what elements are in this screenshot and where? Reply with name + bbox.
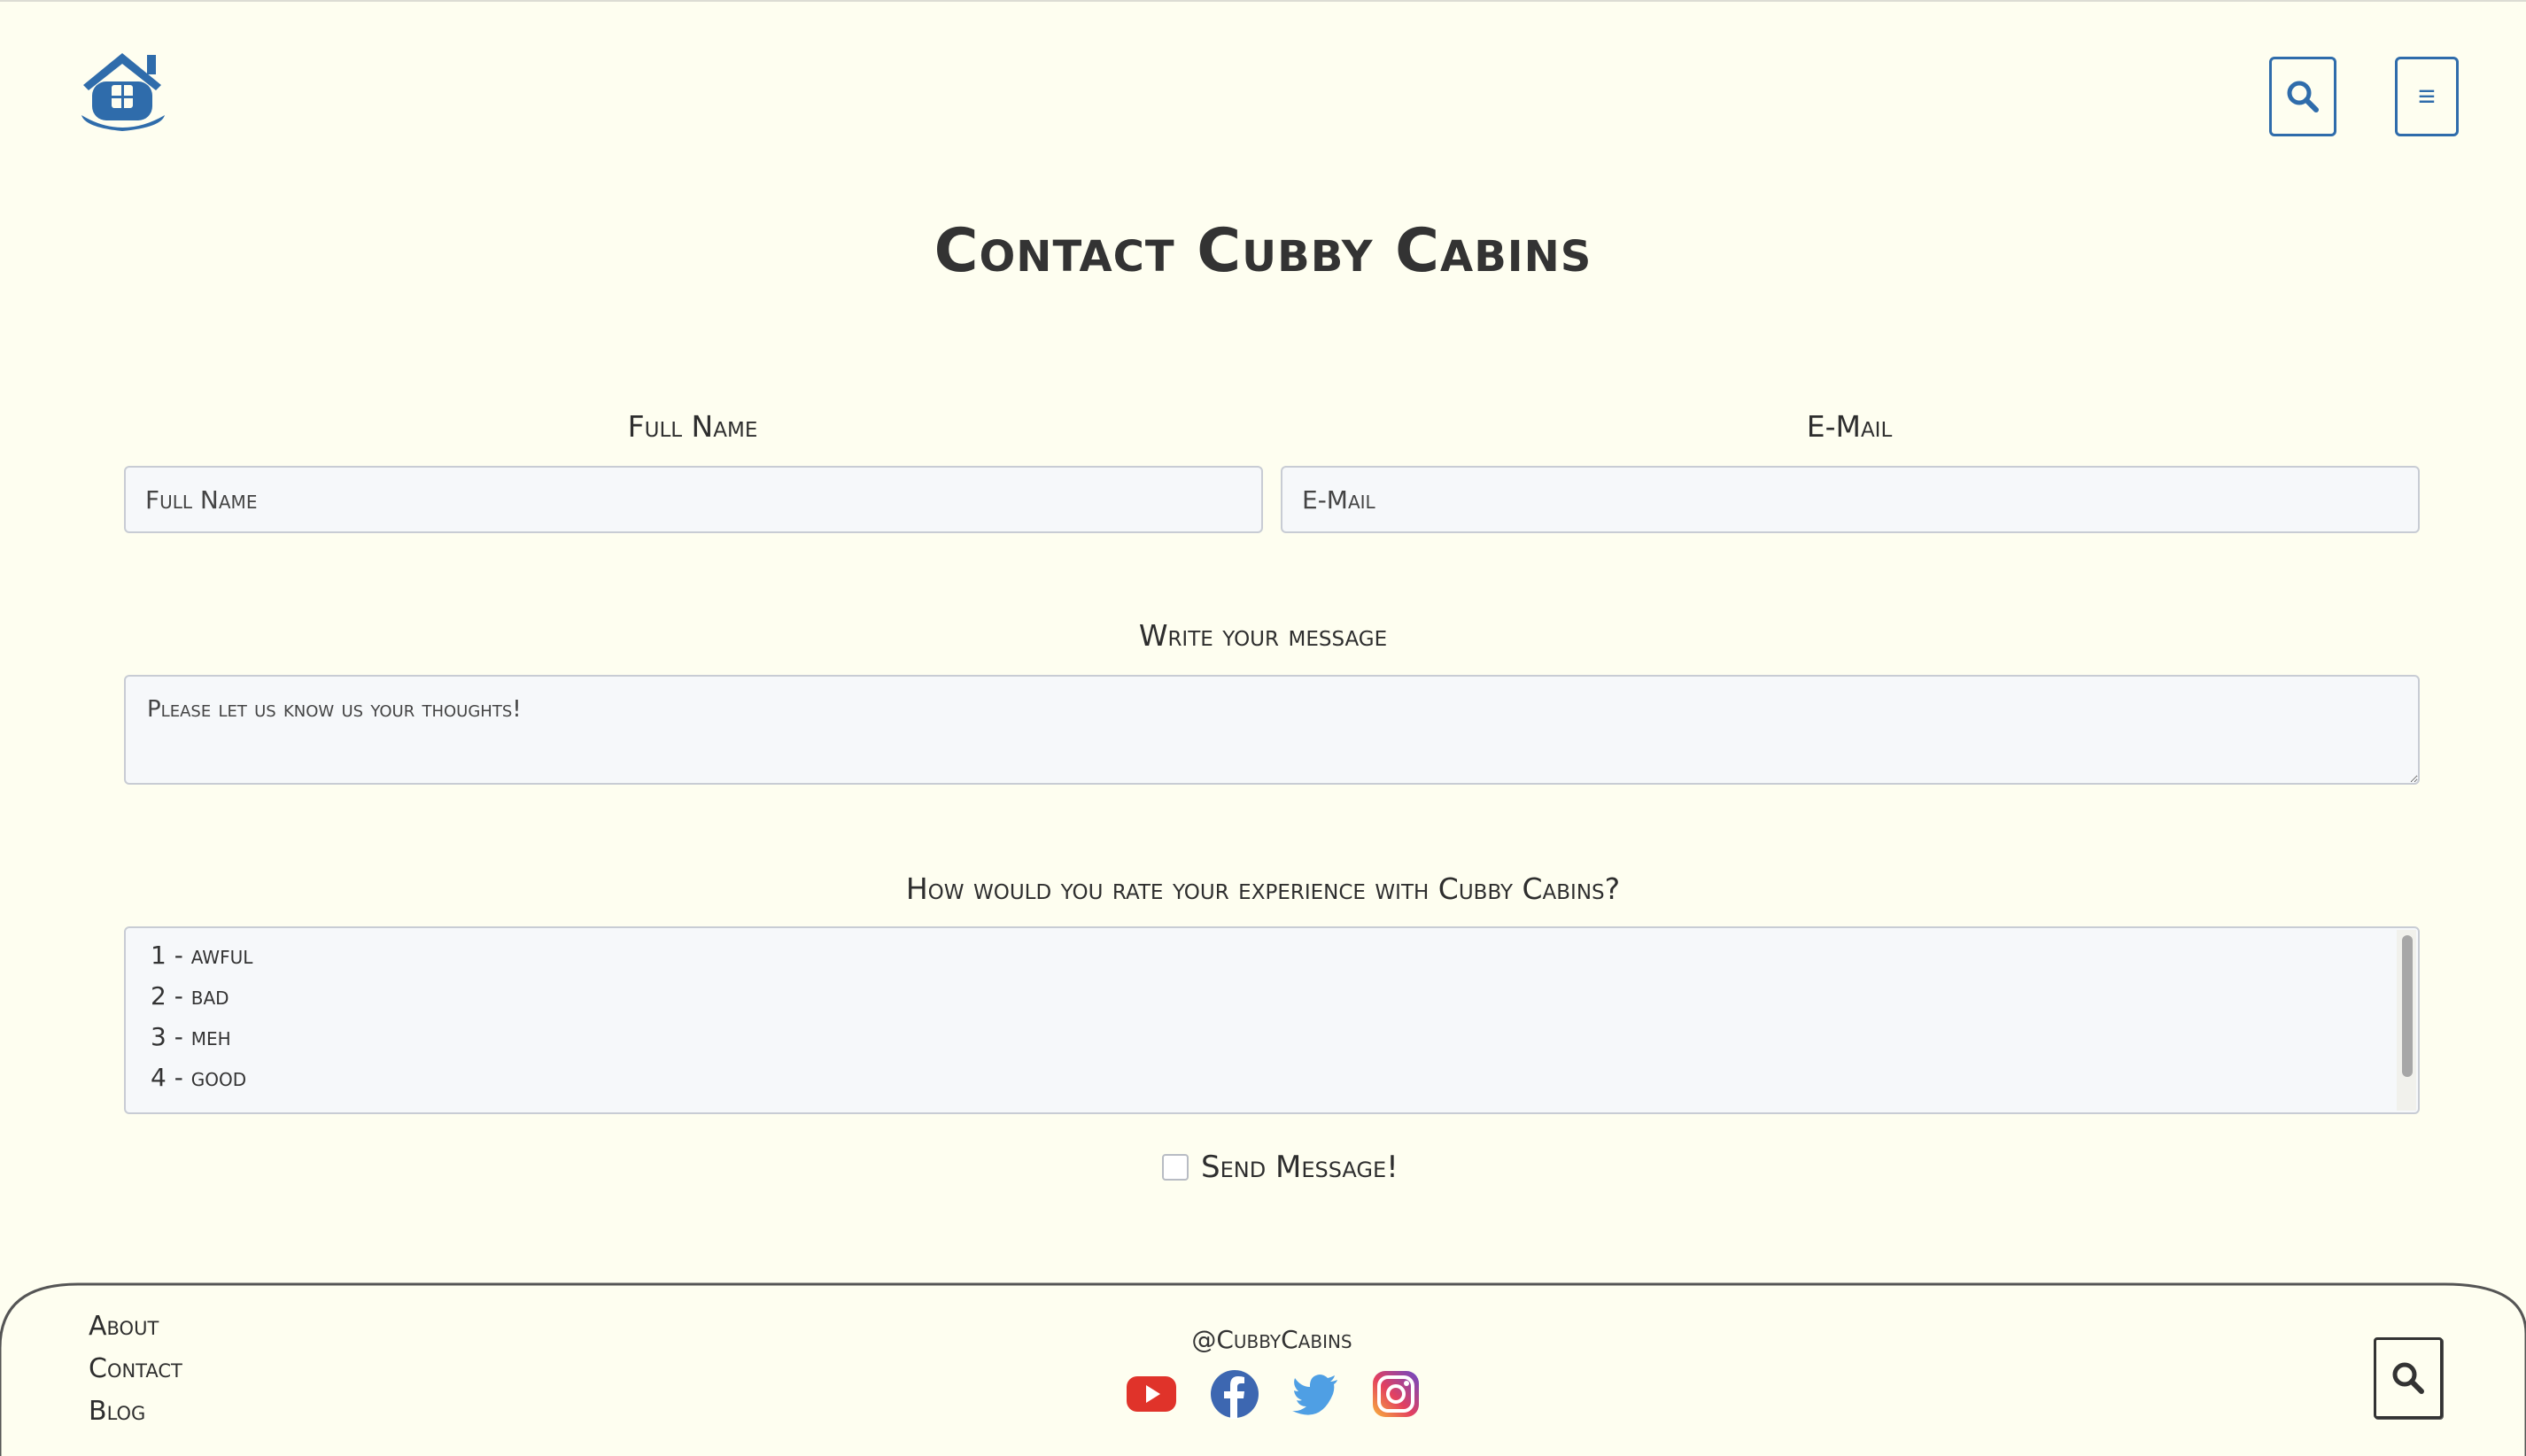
footer-search-button[interactable] <box>2374 1337 2443 1419</box>
message-textarea[interactable] <box>124 675 2420 785</box>
footer-link-contact[interactable]: Contact <box>89 1348 182 1390</box>
email-label: E-Mail <box>1806 409 1893 444</box>
rating-option[interactable]: 2 - bad <box>151 981 229 1011</box>
send-message-checkbox[interactable] <box>1162 1154 1189 1181</box>
full-name-input[interactable] <box>124 466 1263 533</box>
send-message-row[interactable]: Send Message! <box>1162 1150 1399 1185</box>
message-label: Write your message <box>1138 618 1388 653</box>
search-icon <box>2287 81 2319 112</box>
contact-page: ≡ Contact Cubby Cabins Full Name E-Mail … <box>0 0 2526 1456</box>
rating-scrollbar[interactable] <box>2397 930 2416 1111</box>
youtube-icon[interactable] <box>1127 1369 1176 1419</box>
menu-button[interactable]: ≡ <box>2395 57 2459 136</box>
instagram-icon[interactable] <box>1371 1369 1421 1419</box>
scrollbar-thumb[interactable] <box>2402 935 2413 1077</box>
social-handle: @CubbyCabins <box>1191 1325 1352 1354</box>
rating-listbox[interactable]: 1 - awful 2 - bad 3 - meh 4 - good <box>124 926 2420 1114</box>
send-message-label: Send Message! <box>1201 1150 1399 1185</box>
twitter-icon[interactable] <box>1291 1369 1341 1419</box>
hamburger-icon: ≡ <box>2418 80 2436 113</box>
rating-label: How would you rate your experience with … <box>905 871 1621 906</box>
rating-option[interactable]: 1 - awful <box>151 941 252 970</box>
footer-curve <box>0 1282 2526 1456</box>
facebook-icon[interactable] <box>1210 1369 1259 1419</box>
email-input[interactable] <box>1281 466 2420 533</box>
search-icon <box>2392 1362 2424 1394</box>
header-search-button[interactable] <box>2269 57 2336 136</box>
full-name-label: Full Name <box>627 409 758 444</box>
rating-option[interactable]: 3 - meh <box>151 1022 231 1051</box>
rating-option[interactable]: 4 - good <box>151 1063 246 1092</box>
page-title: Contact Cubby Cabins <box>934 216 1592 286</box>
house-icon[interactable] <box>76 48 168 136</box>
footer-link-blog[interactable]: Blog <box>89 1390 182 1433</box>
